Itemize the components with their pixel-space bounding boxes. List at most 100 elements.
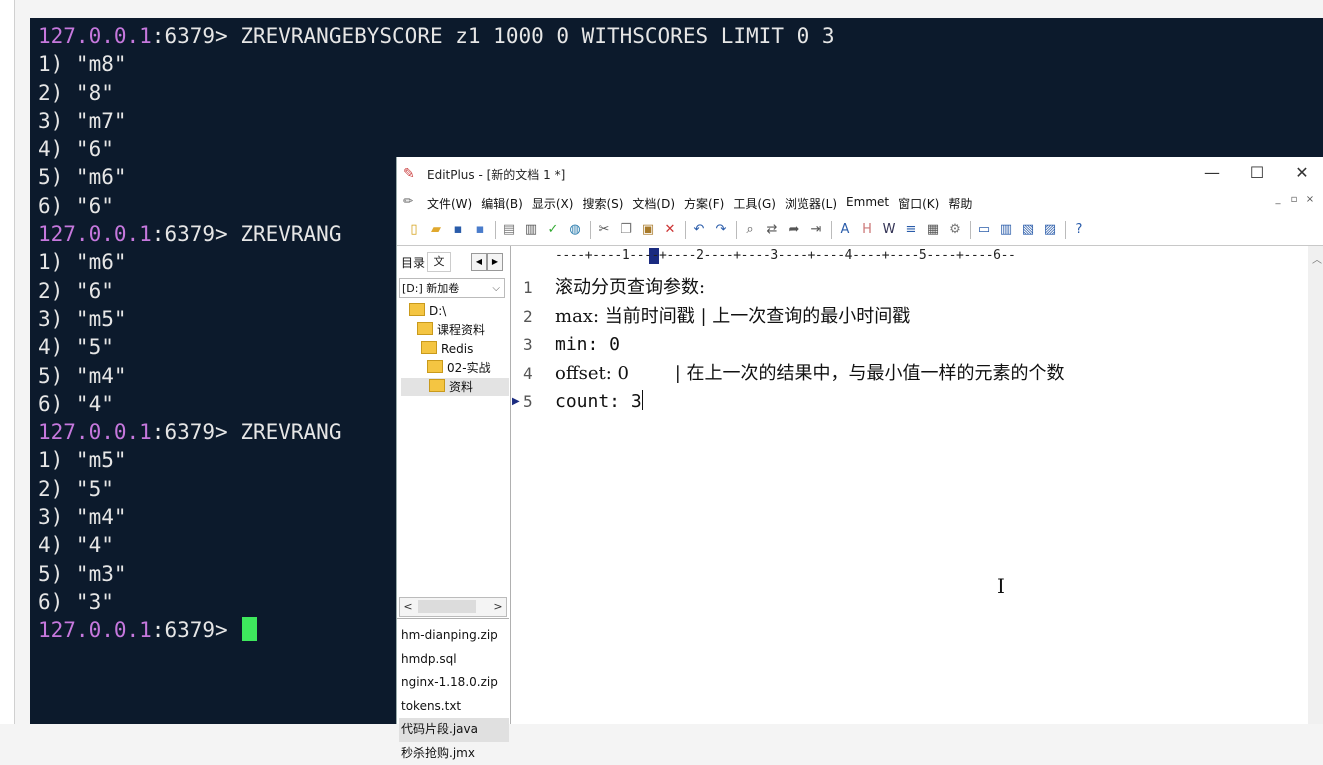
terminal-cursor <box>242 617 257 641</box>
mdi-close-button[interactable]: × <box>1302 194 1318 205</box>
word-wrap-icon[interactable]: W <box>880 221 898 239</box>
terminal-command-line: 127.0.0.1:6379> ZREVRANGEBYSCORE z1 1000… <box>38 22 835 50</box>
menu-item[interactable]: 窗口(K) <box>898 195 939 212</box>
replace-icon[interactable]: ⇄ <box>763 221 781 239</box>
maximize-button[interactable]: ☐ <box>1237 161 1277 185</box>
menu-item[interactable]: Emmet <box>846 195 889 212</box>
prompt-port: :6379> <box>152 420 241 444</box>
vertical-scrollbar[interactable]: ︿ <box>1308 246 1323 724</box>
spell-check-icon[interactable]: ✓ <box>544 221 562 239</box>
folder-item[interactable]: 02-实战 <box>427 359 491 377</box>
menu-item[interactable]: 方案(F) <box>684 195 724 212</box>
page-divider <box>14 0 15 752</box>
bottom-margin <box>0 724 1323 752</box>
print-preview-icon[interactable]: ▤ <box>500 221 518 239</box>
column-icon[interactable]: ▦ <box>924 221 942 239</box>
title-bar[interactable]: ✎ EditPlus - [新的文档 1 *] — ☐ ✕ <box>397 157 1323 189</box>
print-icon[interactable]: ▥ <box>522 221 540 239</box>
open-folder-icon[interactable]: ▰ <box>427 221 445 239</box>
scroll-left-icon[interactable]: < <box>400 598 416 616</box>
minimize-button[interactable]: — <box>1192 161 1232 185</box>
column-ruler: ----+----1----+----2----+----3----+----4… <box>555 248 1015 263</box>
menu-item[interactable]: 工具(G) <box>733 195 776 212</box>
sidebar-horizontal-scrollbar[interactable]: < > <box>399 597 507 617</box>
folder-label: 资料 <box>449 380 473 394</box>
file-list-item[interactable]: hmdp.sql <box>399 648 509 672</box>
menu-item[interactable]: 编辑(B) <box>481 195 523 212</box>
tab-cliptext[interactable]: 文 <box>427 252 451 272</box>
scroll-thumb[interactable] <box>418 600 476 613</box>
mdi-minimize-button[interactable]: _ <box>1270 194 1286 205</box>
mdi-restore-button[interactable]: ▫ <box>1286 194 1302 205</box>
folder-label: Redis <box>441 342 473 356</box>
line-number: 1 <box>523 274 543 303</box>
line-icon[interactable]: ≡ <box>902 221 920 239</box>
scroll-up-icon[interactable]: ︿ <box>1312 251 1322 266</box>
delete-icon[interactable]: ✕ <box>661 221 679 239</box>
sidebar-tabs: 目录 文 ◀ ▶ <box>399 250 509 272</box>
settings-icon[interactable]: ⚙ <box>946 221 964 239</box>
tab-scroll-right-icon[interactable]: ▶ <box>487 253 503 271</box>
tab-directory[interactable]: 目录 <box>401 254 425 271</box>
mdi-window-controls: _▫× <box>1270 194 1318 205</box>
line-text: offset: 0 | 在上一次的结果中，与最小值一样的元素的个数 <box>555 360 1065 389</box>
line-text: count: 3 <box>555 388 643 417</box>
directory-icon[interactable]: ▨ <box>1041 221 1059 239</box>
text-editor[interactable]: ----+----1----+----2----+----3----+----4… <box>511 246 1323 724</box>
drive-dropdown[interactable]: [D:] 新加卷 ⌵ <box>399 278 505 298</box>
copy-icon[interactable]: ❐ <box>617 221 635 239</box>
sidebar-splitter[interactable] <box>397 618 509 619</box>
save-all-icon[interactable]: ▪ <box>471 221 489 239</box>
toolbar-separator <box>736 221 737 239</box>
tab-scroll-left-icon[interactable]: ◀ <box>471 253 487 271</box>
paste-icon[interactable]: ▣ <box>639 221 657 239</box>
editplus-app-icon: ✎ <box>403 166 415 182</box>
command-text: ZREVRANGEBYSCORE z1 1000 0 WITHSCORES LI… <box>240 24 834 48</box>
scroll-right-icon[interactable]: > <box>490 598 506 616</box>
chevron-down-icon: ⌵ <box>492 279 500 299</box>
file-list-item[interactable]: nginx-1.18.0.zip <box>399 671 509 695</box>
line-number: 2 <box>523 303 543 332</box>
split-icon[interactable]: ▥ <box>997 221 1015 239</box>
redo-icon[interactable]: ↷ <box>712 221 730 239</box>
folder-item[interactable]: D:\ <box>409 302 446 320</box>
find-icon[interactable]: ⌕ <box>741 221 759 239</box>
file-list-item[interactable]: 代码片段.java <box>399 718 509 742</box>
menu-item[interactable]: 搜索(S) <box>582 195 623 212</box>
menu-item[interactable]: 帮助 <box>948 195 972 212</box>
window-icon[interactable]: ▭ <box>975 221 993 239</box>
prompt-port: :6379> <box>152 24 241 48</box>
menu-item[interactable]: 显示(X) <box>532 195 574 212</box>
terminal-output-line: 3) "m7" <box>38 107 835 135</box>
save-icon[interactable]: ▪ <box>449 221 467 239</box>
close-button[interactable]: ✕ <box>1282 161 1322 185</box>
folder-item[interactable]: 课程资料 <box>417 321 485 339</box>
toolbar-separator <box>685 221 686 239</box>
line-text: max: 当前时间戳 | 上一次查询的最小时间戳 <box>555 303 910 332</box>
cut-icon[interactable]: ✂ <box>595 221 613 239</box>
new-file-icon[interactable]: ▯ <box>405 221 423 239</box>
toolbar: ▯▰▪▪▤▥✓◍✂❐▣✕↶↷⌕⇄➦⇥AHW≡▦⚙▭▥▧▨? <box>397 217 1323 246</box>
help-icon[interactable]: ? <box>1070 221 1088 239</box>
file-list-item[interactable]: hm-dianping.zip <box>399 624 509 648</box>
page-margin <box>0 0 14 752</box>
folder-item[interactable]: 资料 <box>401 378 509 396</box>
file-list-item[interactable]: tokens.txt <box>399 695 509 719</box>
menu-item[interactable]: 浏览器(L) <box>785 195 837 212</box>
cliptext-icon[interactable]: ▧ <box>1019 221 1037 239</box>
hex-icon[interactable]: H <box>858 221 876 239</box>
folder-item[interactable]: Redis <box>421 340 473 358</box>
file-list-item[interactable]: 秒杀抢购.jmx <box>399 742 509 765</box>
goto-icon[interactable]: ➦ <box>785 221 803 239</box>
indent-icon[interactable]: ⇥ <box>807 221 825 239</box>
toolbar-separator <box>970 221 971 239</box>
file-list: hm-dianping.ziphmdp.sqlnginx-1.18.0.zipt… <box>399 624 509 765</box>
font-icon[interactable]: A <box>836 221 854 239</box>
menu-item[interactable]: 文档(D) <box>632 195 675 212</box>
menu-bar: ✏ 文件(W)编辑(B)显示(X)搜索(S)文档(D)方案(F)工具(G)浏览器… <box>397 191 1323 213</box>
menu-item[interactable]: 文件(W) <box>427 195 472 212</box>
directory-sidebar: 目录 文 ◀ ▶ [D:] 新加卷 ⌵ D:\课程资料Redis02-实战资料 … <box>397 246 511 724</box>
browser-icon[interactable]: ◍ <box>566 221 584 239</box>
undo-icon[interactable]: ↶ <box>690 221 708 239</box>
command-text: ZREVRANG <box>240 222 341 246</box>
